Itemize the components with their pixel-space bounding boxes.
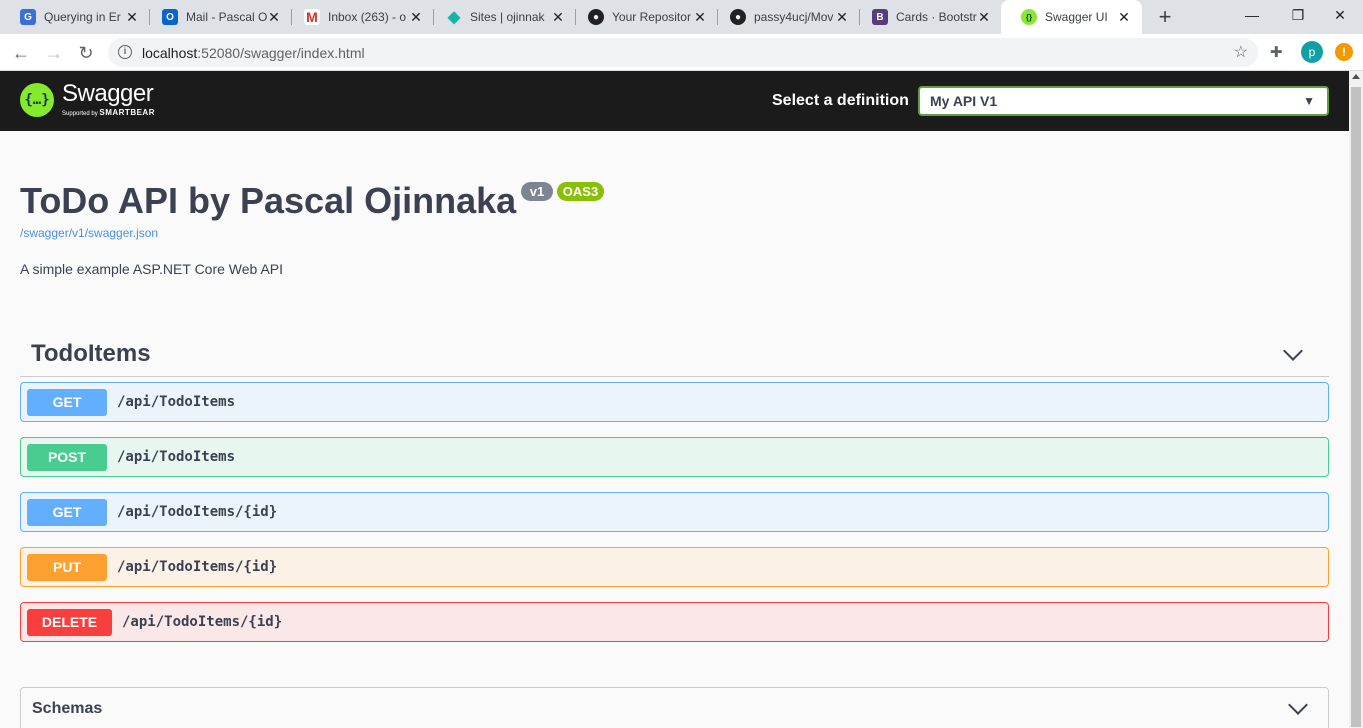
method-badge: PUT [27,554,107,581]
method-badge: GET [27,389,107,416]
close-icon[interactable]: ✕ [692,9,708,25]
close-icon[interactable]: ✕ [1116,9,1132,25]
tag-name: TodoItems [31,340,151,367]
close-icon[interactable]: ✕ [124,9,140,25]
definition-select-value: My API V1 [930,93,998,109]
schemas-section[interactable]: Schemas [20,687,1329,728]
browser-alert-icon[interactable]: ! [1335,43,1353,61]
browser-tab[interactable]: B Cards · Bootstr ✕ [852,0,1002,34]
close-icon[interactable]: ✕ [550,9,566,25]
chevron-down-icon[interactable] [1288,695,1308,715]
api-title: ToDo API by Pascal Ojinnaka [20,180,517,221]
browser-tab[interactable]: M Inbox (263) - o ✕ [284,0,434,34]
back-arrow-icon[interactable]: ← [9,41,33,65]
close-icon[interactable]: ✕ [976,9,992,25]
reload-icon[interactable]: ↻ [74,41,98,65]
browser-tab-active[interactable]: {} Swagger UI ✕ [1001,0,1142,34]
bookmark-star-icon[interactable]: ☆ [1234,42,1248,62]
browser-tab[interactable]: ● Your Repositor ✕ [568,0,718,34]
swagger-logo-tagline: Supported by SMARTBEAR [62,108,155,118]
close-icon[interactable]: ✕ [266,9,282,25]
address-url: localhost:52080/swagger/index.html [142,45,365,61]
tab-title: Mail - Pascal O [186,10,268,24]
github-icon: ● [730,9,746,25]
swagger-topbar: {…} Swagger Supported by SMARTBEAR Selec… [0,71,1349,131]
tab-title: Inbox (263) - o [328,10,407,24]
outlook-icon: O [162,9,178,25]
operation-get-todoitem-by-id[interactable]: GET /api/TodoItems/{id} [20,492,1329,532]
bootstrap-icon: B [872,9,888,25]
browser-tab[interactable]: ● passy4ucj/Mov ✕ [710,0,860,34]
definition-label: Select a definition [772,92,909,109]
page-scrollbar[interactable] [1349,71,1363,728]
tag-header-todoitems[interactable]: TodoItems [20,334,1329,377]
method-badge: POST [27,444,107,471]
site-info-icon[interactable]: i [118,45,132,59]
tab-title: Sites | ojinnak [470,10,545,24]
api-description: A simple example ASP.NET Core Web API [20,261,284,277]
tab-title: Querying in Er [44,10,121,24]
operation-put-todoitem[interactable]: PUT /api/TodoItems/{id} [20,547,1329,587]
minimize-button[interactable]: — [1229,0,1275,30]
swagger-logo[interactable]: {…} Swagger Supported by SMARTBEAR [20,81,155,118]
swagger-icon: {} [1021,9,1037,25]
browser-tab[interactable]: O Mail - Pascal O ✕ [142,0,292,34]
scroll-up-arrow-icon[interactable] [1352,74,1360,79]
gmail-icon: M [304,9,320,25]
tab-title: Cards · Bootstr [896,10,977,24]
address-bar[interactable]: i localhost:52080/swagger/index.html ☆ [108,38,1258,67]
operation-delete-todoitem[interactable]: DELETE /api/TodoItems/{id} [20,602,1329,642]
chevron-down-icon: ▼ [1303,94,1315,108]
close-icon[interactable]: ✕ [408,9,424,25]
close-icon[interactable]: ✕ [834,9,850,25]
operation-post-todoitems[interactable]: POST /api/TodoItems [20,437,1329,477]
method-badge: GET [27,499,107,526]
restore-button[interactable]: ❐ [1275,0,1321,30]
forward-arrow-icon[interactable]: → [42,41,66,65]
operation-path: /api/TodoItems/{id} [122,614,283,630]
operation-path: /api/TodoItems [117,394,236,410]
extensions-puzzle-icon[interactable]: ✚ [1270,43,1283,61]
chevron-down-icon[interactable] [1283,341,1303,361]
swagger-logo-icon: {…} [20,82,54,117]
tab-title: passy4ucj/Mov [754,10,834,24]
browser-tab[interactable]: G Querying in Er ✕ [0,0,150,34]
version-badge: v1 [521,182,553,201]
profile-avatar[interactable]: p [1301,41,1323,63]
browser-tab-strip: G Querying in Er ✕ O Mail - Pascal O ✕ M… [0,0,1363,34]
new-tab-button[interactable]: + [1153,5,1177,29]
window-close-button[interactable]: ✕ [1317,0,1363,30]
scrollbar-thumb[interactable] [1351,87,1361,727]
operation-path: /api/TodoItems [117,449,236,465]
definition-select[interactable]: My API V1 ▼ [918,86,1329,116]
schemas-title: Schemas [32,700,103,717]
spec-json-link[interactable]: /swagger/v1/swagger.json [20,226,158,240]
operation-path: /api/TodoItems/{id} [117,559,278,575]
method-badge: DELETE [27,609,112,636]
diamond-icon: ◆ [447,9,461,26]
browser-tab[interactable]: ◆ Sites | ojinnak ✕ [426,0,576,34]
github-icon: ● [588,9,604,25]
swagger-logo-text: Swagger [62,80,154,107]
operation-path: /api/TodoItems/{id} [117,504,278,520]
g-app-icon: G [20,9,36,25]
browser-toolbar: ← → ↻ i localhost:52080/swagger/index.ht… [0,34,1363,71]
oas-badge: OAS3 [557,182,604,201]
operation-get-todoitems[interactable]: GET /api/TodoItems [20,382,1329,422]
tab-title: Your Repositor [612,10,691,24]
